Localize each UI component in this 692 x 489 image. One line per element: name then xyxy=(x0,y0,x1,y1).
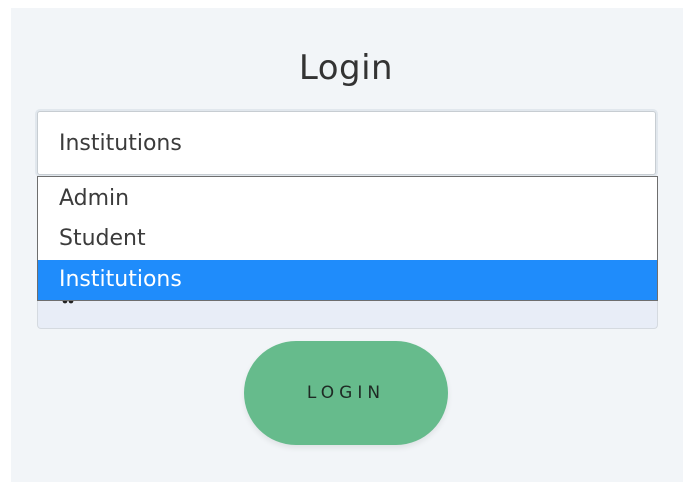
role-select-value: Institutions xyxy=(59,131,182,156)
role-option-admin[interactable]: Admin xyxy=(38,179,657,219)
page-title: Login xyxy=(298,48,394,88)
role-dropdown-list: Admin Student Institutions xyxy=(37,176,658,301)
role-option-institutions[interactable]: Institutions xyxy=(38,260,657,300)
login-button[interactable]: LOGIN xyxy=(244,341,448,445)
role-select[interactable]: Institutions xyxy=(37,111,656,175)
role-option-student[interactable]: Student xyxy=(38,219,657,259)
password-field[interactable] xyxy=(37,298,658,329)
